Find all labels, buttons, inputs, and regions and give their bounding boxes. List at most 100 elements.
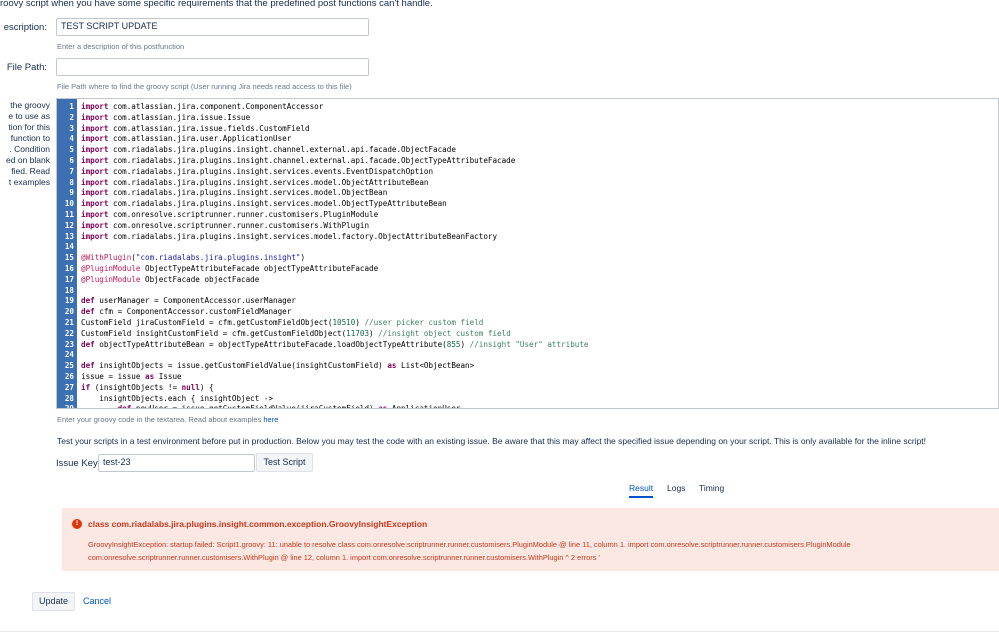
code-line: 28 insightObjects.each { insightObject -… <box>57 394 998 405</box>
code-text: import com.riadalabs.jira.plugins.insigh… <box>81 188 388 198</box>
code-text: issue = issue as Issue <box>81 371 182 381</box>
code-editor[interactable]: 1 import com.atlassian.jira.component.Com… <box>56 98 999 409</box>
line-number: 21 <box>64 317 74 327</box>
test-script-button[interactable]: Test Script <box>256 453 313 472</box>
code-line: 9 import com.riadalabs.jira.plugins.insig… <box>57 188 998 199</box>
code-text: import com.riadalabs.jira.plugins.insigh… <box>81 145 456 155</box>
code-text: def objectTypeAttributeBean = objectType… <box>81 339 589 349</box>
code-text: import com.riadalabs.jira.plugins.insigh… <box>81 155 516 165</box>
code-text: insightObjects.each { insightObject -> <box>81 393 274 403</box>
line-number: 27 <box>64 382 74 392</box>
tab-result[interactable]: Result <box>629 483 654 498</box>
code-text: import com.atlassian.jira.issue.Issue <box>81 112 251 122</box>
code-line: 22 CustomField insightCustomField = cfm.g… <box>57 329 998 340</box>
description-label: escription: <box>3 22 47 33</box>
code-text: def insightObjects = issue.getCustomFiel… <box>81 361 475 371</box>
code-line: 7 import com.riadalabs.jira.plugins.insig… <box>57 167 998 178</box>
code-line: 20 def cfm = ComponentAccessor.customFiel… <box>57 307 998 318</box>
issue-key-input[interactable]: test-23 <box>98 454 255 472</box>
line-number: 7 <box>69 166 74 176</box>
code-line: 26 issue = issue as Issue <box>57 372 998 383</box>
code-line: 3 import com.atlassian.jira.issue.fields.… <box>57 124 998 135</box>
issue-key-label: Issue Key: <box>56 458 101 469</box>
line-number: 5 <box>69 145 74 155</box>
code-line: 5 import com.riadalabs.jira.plugins.insig… <box>57 145 998 156</box>
intro-text: roovy script when you have some specific… <box>0 0 433 9</box>
line-number: 29 <box>64 404 74 409</box>
line-number: 28 <box>64 393 74 403</box>
editor-hint: Enter your groovy code in the textarea. … <box>57 415 279 424</box>
code-line: 12 import com.onresolve.scriptrunner.runn… <box>57 221 998 232</box>
code-line: 10 import com.riadalabs.jira.plugins.insi… <box>57 199 998 210</box>
line-number: 11 <box>64 209 74 219</box>
code-text: @PluginModule ObjectFacade objectFacade <box>81 274 260 284</box>
line-number: 1 <box>69 102 74 111</box>
code-line: 27 if (insightObjects != null) { <box>57 383 998 394</box>
code-text: @WithPlugin("com.riadalabs.jira.plugins.… <box>81 253 306 263</box>
line-number: 8 <box>69 177 74 187</box>
code-line: 13 import com.riadalabs.jira.plugins.insi… <box>57 232 998 243</box>
code-line: 24 <box>57 350 998 361</box>
code-text: def cfm = ComponentAccessor.customFieldM… <box>81 307 292 317</box>
line-number: 2 <box>69 112 74 122</box>
line-number: 23 <box>64 339 74 349</box>
code-line: 21 CustomField jiraCustomField = cfm.getC… <box>57 318 998 329</box>
line-number: 9 <box>69 188 74 198</box>
update-button[interactable]: Update <box>32 592 75 611</box>
description-input[interactable]: TEST SCRIPT UPDATE <box>56 18 369 36</box>
line-number: 6 <box>69 155 74 165</box>
line-number: 4 <box>69 134 74 144</box>
code-area[interactable]: 1 import com.atlassian.jira.component.Com… <box>57 102 998 409</box>
code-line: 19 def userManager = ComponentAccessor.us… <box>57 296 998 307</box>
line-number: 24 <box>64 350 74 360</box>
code-line: 16 @PluginModule ObjectTypeAttributeFacad… <box>57 264 998 275</box>
line-number: 17 <box>64 274 74 284</box>
file-path-label: File Path: <box>6 62 47 73</box>
line-number: 13 <box>64 231 74 241</box>
code-line: 8 import com.riadalabs.jira.plugins.insig… <box>57 178 998 189</box>
code-line: 6 import com.riadalabs.jira.plugins.insig… <box>57 156 998 167</box>
file-path-input[interactable] <box>56 58 369 76</box>
line-number: 25 <box>64 361 74 371</box>
line-number: 12 <box>64 220 74 230</box>
cancel-link[interactable]: Cancel <box>83 596 111 606</box>
line-number: 19 <box>64 296 74 306</box>
code-line: 2 import com.atlassian.jira.issue.Issue <box>57 113 998 124</box>
footer-divider <box>0 631 999 632</box>
code-text: if (insightObjects != null) { <box>81 382 214 392</box>
code-text: import com.atlassian.jira.component.Comp… <box>81 102 324 111</box>
test-notice: Test your scripts in a test environment … <box>57 436 927 446</box>
line-number: 3 <box>69 123 74 133</box>
tab-logs[interactable]: Logs <box>667 483 685 493</box>
code-line: 29 def newUser = issue.getCustomFieldVal… <box>57 404 998 409</box>
code-text: CustomField insightCustomField = cfm.get… <box>81 328 511 338</box>
code-line: 23 def objectTypeAttributeBean = objectTy… <box>57 340 998 351</box>
file-path-hint: File Path where to find the groovy scrip… <box>57 82 352 91</box>
error-panel: ! class com.riadalabs.jira.plugins.insig… <box>62 508 999 571</box>
line-number: 20 <box>64 307 74 317</box>
tab-timing[interactable]: Timing <box>699 483 724 493</box>
code-text: import com.onresolve.scriptrunner.runner… <box>81 209 379 219</box>
code-text: import com.riadalabs.jira.plugins.insigh… <box>81 166 434 176</box>
code-text: def userManager = ComponentAccessor.user… <box>81 296 296 306</box>
code-text: import com.riadalabs.jira.plugins.insigh… <box>81 177 429 187</box>
code-text: def newUser = issue.getCustomFieldValue(… <box>117 404 461 409</box>
examples-link[interactable]: here <box>263 415 278 424</box>
description-hint: Enter a description of this postfunction <box>57 42 185 51</box>
error-message: GroovyInsightException: startup failed: … <box>88 540 851 562</box>
code-line: 17 @PluginModule ObjectFacade objectFacad… <box>57 275 998 286</box>
error-title: class com.riadalabs.jira.plugins.insight… <box>88 519 428 529</box>
code-line: 14 <box>57 242 998 253</box>
code-line: 18 <box>57 286 998 297</box>
code-text: import com.riadalabs.jira.plugins.insigh… <box>81 231 498 241</box>
code-text: import com.atlassian.jira.user.Applicati… <box>81 134 292 144</box>
code-line: 4 import com.atlassian.jira.user.Applicat… <box>57 134 998 145</box>
line-number: 14 <box>64 242 74 252</box>
line-number: 16 <box>64 263 74 273</box>
code-line: 1 import com.atlassian.jira.component.Com… <box>57 102 998 113</box>
code-text: CustomField jiraCustomField = cfm.getCus… <box>81 317 484 327</box>
line-number: 22 <box>64 328 74 338</box>
